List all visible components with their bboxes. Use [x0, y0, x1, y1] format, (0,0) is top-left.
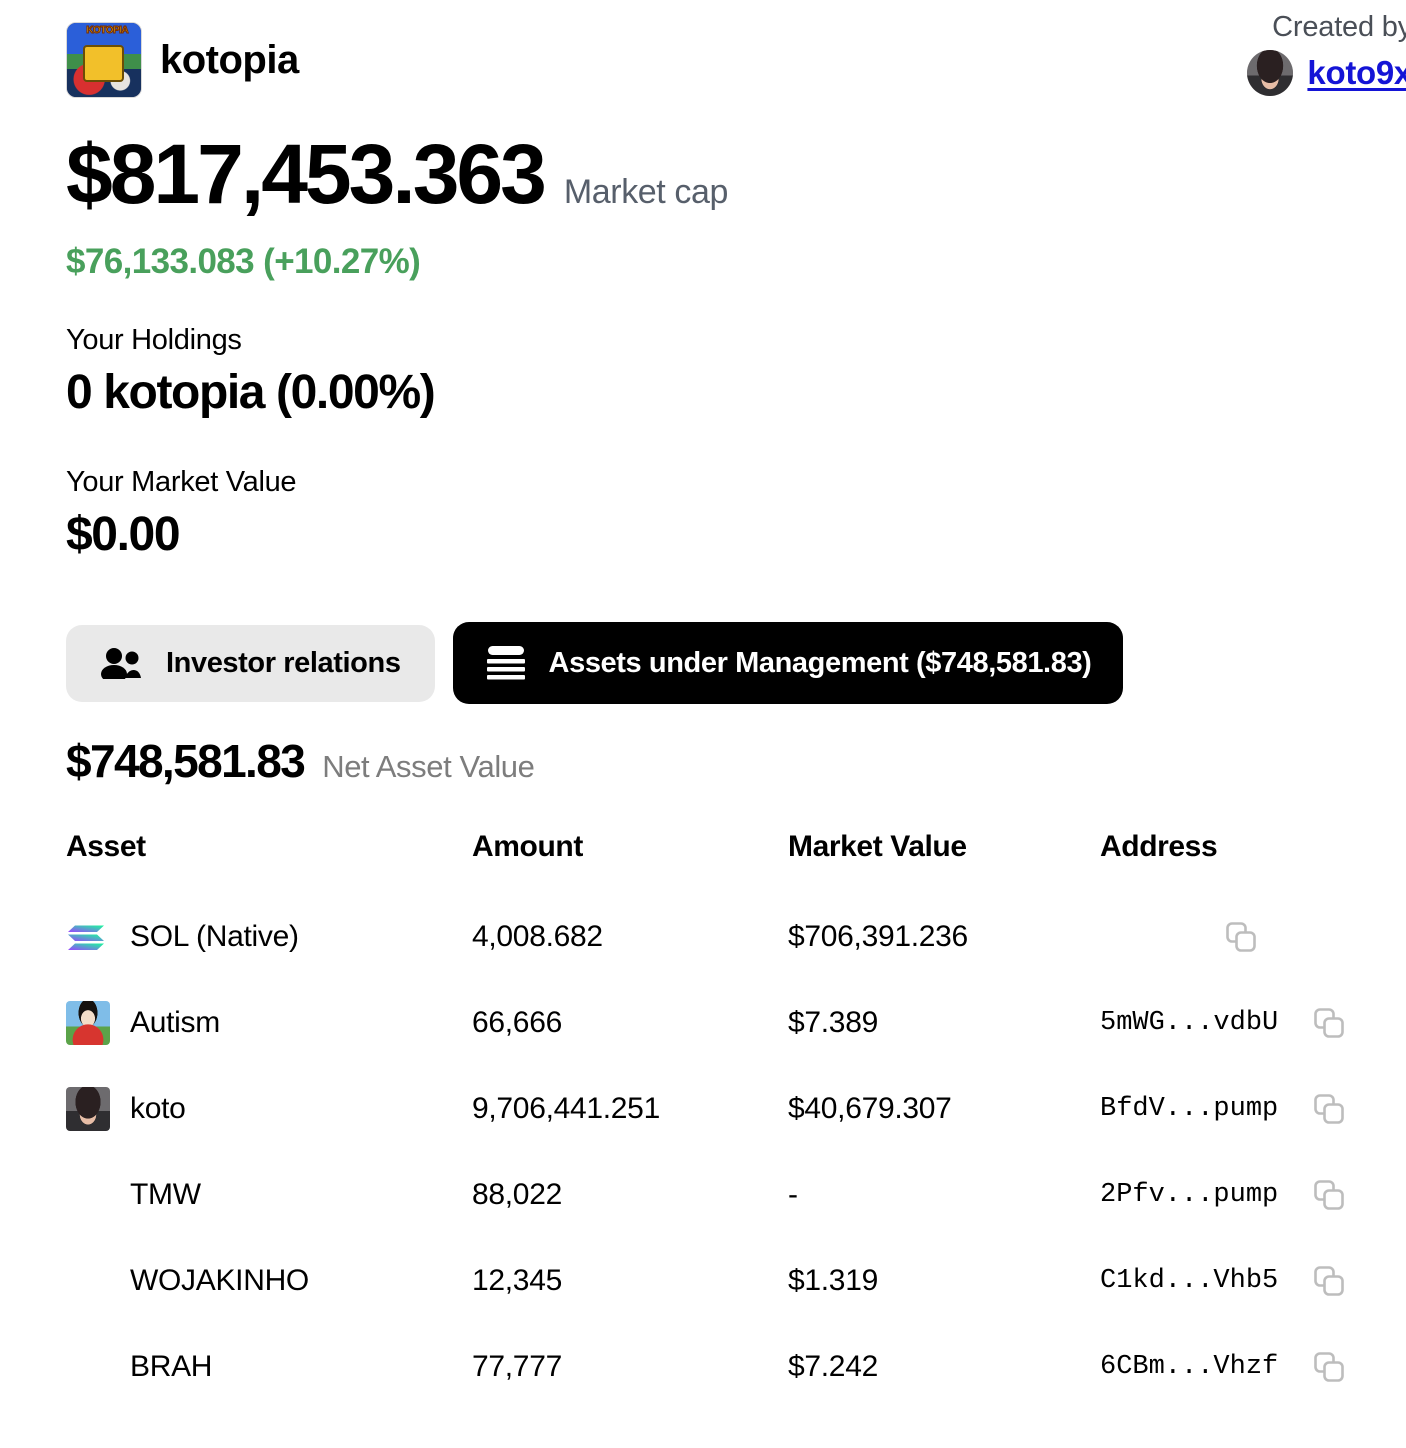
assets-under-management-label: Assets under Management ($748,581.83) — [549, 647, 1092, 680]
cell-address: 2Pfv...pump — [1100, 1152, 1356, 1238]
market-cap-label: Market cap — [564, 173, 728, 212]
cell-amount: 66,666 — [472, 980, 788, 1066]
page-title: kotopia — [160, 40, 299, 80]
cell-market-value: $1.319 — [788, 1238, 1100, 1324]
copy-icon[interactable] — [1312, 1092, 1346, 1126]
your-holdings-block: Your Holdings 0 kotopia (0.00%) — [66, 324, 1406, 420]
cell-asset: koto — [66, 1066, 472, 1152]
net-asset-value-value: $748,581.83 — [66, 734, 304, 788]
your-holdings-label: Your Holdings — [66, 324, 1406, 357]
created-by-label: Created by — [1152, 12, 1406, 44]
table-row: koto 9,706,441.251$40,679.307BfdV...pump — [66, 1066, 1356, 1152]
assets-table: Asset Amount Market Value Address SOL (N… — [66, 830, 1356, 1410]
copy-icon[interactable] — [1312, 1178, 1346, 1212]
users-icon — [100, 647, 144, 679]
assets-under-management-button[interactable]: Assets under Management ($748,581.83) — [453, 622, 1124, 704]
table-row: TMW 88,022-2Pfv...pump — [66, 1152, 1356, 1238]
autism-token-icon — [66, 1001, 110, 1045]
cell-address: 6CBm...Vhzf — [1100, 1324, 1356, 1410]
cell-asset: TMW — [66, 1152, 472, 1238]
cell-amount: 88,022 — [472, 1152, 788, 1238]
market-cap-row: $817,453.363 Market cap — [66, 132, 1406, 216]
your-market-value-label: Your Market Value — [66, 466, 1406, 499]
cell-asset: SOL (Native) — [66, 894, 472, 980]
creator-block: Created by koto9x — [1152, 12, 1406, 96]
asset-name: TMW — [130, 1178, 201, 1212]
cell-market-value: $706,391.236 — [788, 894, 1100, 980]
address-text: 6CBm...Vhzf — [1100, 1352, 1278, 1382]
cell-amount: 4,008.682 — [472, 894, 788, 980]
copy-icon[interactable] — [1312, 1264, 1346, 1298]
column-header-amount: Amount — [472, 830, 788, 894]
table-row: SOL (Native) 4,008.682$706,391.236 — [66, 894, 1356, 980]
cell-address: 5mWG...vdbU — [1100, 980, 1356, 1066]
asset-name: WOJAKINHO — [130, 1264, 309, 1298]
column-header-asset: Asset — [66, 830, 472, 894]
kotopia-pixel-logo-icon — [66, 22, 142, 98]
cell-address: BfdV...pump — [1100, 1066, 1356, 1152]
cell-market-value: $7.242 — [788, 1324, 1100, 1410]
koto-token-icon — [66, 1087, 110, 1131]
page-header: kotopia Created by koto9x — [66, 0, 1406, 110]
column-header-address: Address — [1100, 830, 1356, 894]
address-text: 2Pfv...pump — [1100, 1180, 1278, 1210]
cell-asset: BRAH — [66, 1324, 472, 1410]
cell-market-value: $7.389 — [788, 980, 1100, 1066]
your-market-value-value: $0.00 — [66, 507, 1406, 562]
net-asset-value-row: $748,581.83 Net Asset Value — [66, 734, 1406, 788]
asset-name: koto — [130, 1092, 186, 1126]
address-text: BfdV...pump — [1100, 1094, 1278, 1124]
market-cap-change: $76,133.083 (+10.27%) — [66, 242, 1406, 282]
net-asset-value-label: Net Asset Value — [322, 749, 534, 785]
table-row: WOJAKINHO 12,345$1.319C1kd...Vhb5 — [66, 1238, 1356, 1324]
address-text: 5mWG...vdbU — [1100, 1008, 1278, 1038]
creator-handle-link[interactable]: koto9x — [1307, 54, 1406, 92]
asset-name: Autism — [130, 1006, 220, 1040]
table-row: BRAH 77,777$7.2426CBm...Vhzf — [66, 1324, 1356, 1410]
cell-amount: 12,345 — [472, 1238, 788, 1324]
copy-icon[interactable] — [1312, 1006, 1346, 1040]
action-button-row: Investor relations Assets under Manageme… — [66, 622, 1406, 704]
token-detail-page: kotopia Created by koto9x $817,453.363 M… — [0, 0, 1406, 1448]
cell-asset: Autism — [66, 980, 472, 1066]
cell-asset: WOJAKINHO — [66, 1238, 472, 1324]
your-holdings-value: 0 kotopia (0.00%) — [66, 365, 1406, 420]
cell-amount: 77,777 — [472, 1324, 788, 1410]
solana-icon — [66, 915, 110, 959]
your-market-value-block: Your Market Value $0.00 — [66, 466, 1406, 562]
investor-relations-button[interactable]: Investor relations — [66, 625, 435, 702]
asset-name: BRAH — [130, 1350, 212, 1384]
column-header-market-value: Market Value — [788, 830, 1100, 894]
address-text: C1kd...Vhb5 — [1100, 1266, 1278, 1296]
coin-stack-icon — [485, 644, 527, 682]
cell-address: C1kd...Vhb5 — [1100, 1238, 1356, 1324]
table-header-row: Asset Amount Market Value Address — [66, 830, 1356, 894]
cell-market-value: $40,679.307 — [788, 1066, 1100, 1152]
table-row: Autism 66,666$7.3895mWG...vdbU — [66, 980, 1356, 1066]
cell-amount: 9,706,441.251 — [472, 1066, 788, 1152]
copy-icon[interactable] — [1224, 920, 1258, 954]
copy-icon[interactable] — [1312, 1350, 1346, 1384]
investor-relations-label: Investor relations — [166, 647, 401, 680]
token-identity: kotopia — [66, 22, 299, 98]
cell-market-value: - — [788, 1152, 1100, 1238]
cell-address — [1100, 894, 1356, 980]
asset-name: SOL (Native) — [130, 920, 299, 954]
avatar — [1247, 50, 1293, 96]
market-cap-value: $817,453.363 — [66, 132, 544, 216]
creator-row: koto9x — [1152, 50, 1406, 96]
